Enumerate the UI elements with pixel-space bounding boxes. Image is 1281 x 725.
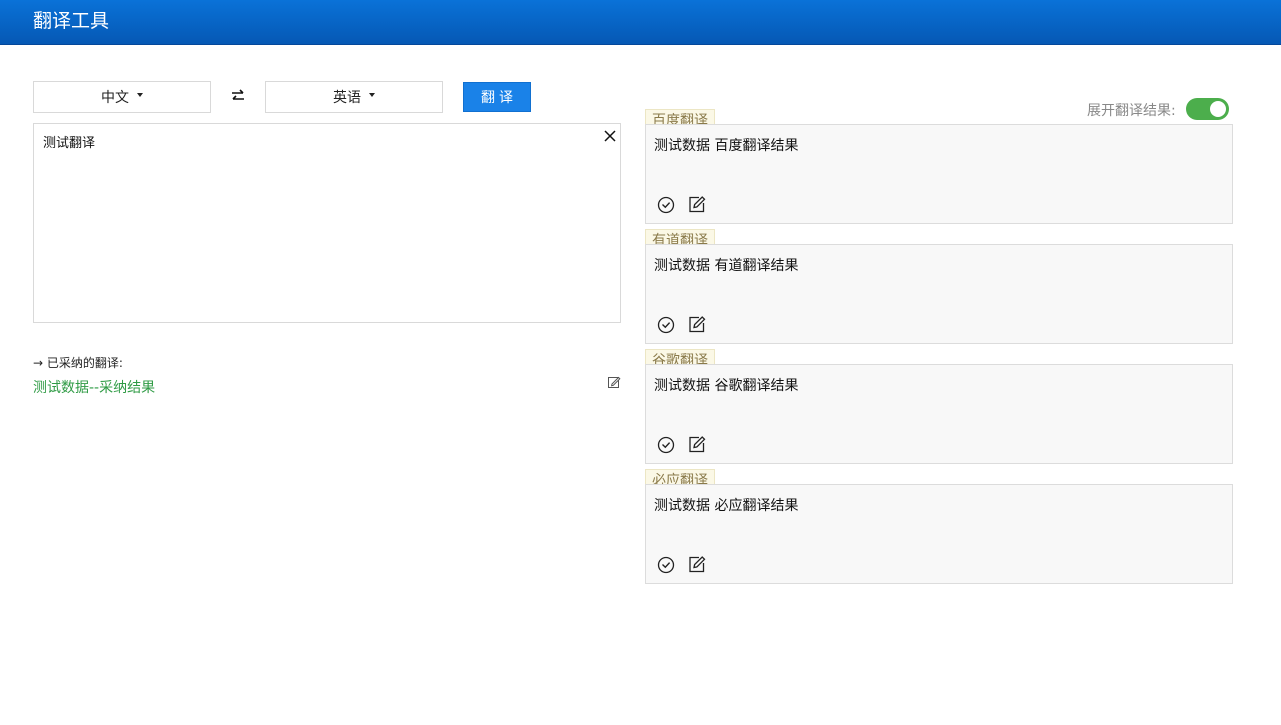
- result-text: 测试数据 百度翻译结果: [654, 138, 799, 154]
- source-text-area[interactable]: 测试翻译: [33, 123, 621, 323]
- result-text: 测试数据 必应翻译结果: [654, 498, 799, 514]
- check-circle-icon[interactable]: [657, 316, 675, 334]
- edit-icon[interactable]: [687, 555, 706, 574]
- app-title: 翻译工具: [33, 10, 110, 32]
- edit-icon[interactable]: [607, 375, 621, 389]
- target-language-label: 英语: [333, 90, 361, 106]
- check-circle-icon[interactable]: [657, 196, 675, 214]
- source-language-dropdown[interactable]: 中文: [33, 81, 211, 113]
- translate-button[interactable]: 翻译: [463, 82, 531, 112]
- target-language-dropdown[interactable]: 英语: [265, 81, 443, 113]
- edit-icon[interactable]: [687, 195, 706, 214]
- check-circle-icon[interactable]: [657, 436, 675, 454]
- source-text: 测试翻译: [43, 136, 96, 151]
- result-text: 测试数据 有道翻译结果: [654, 258, 799, 274]
- app-header: 翻译工具: [0, 0, 1281, 45]
- edit-icon[interactable]: [687, 315, 706, 334]
- caret-down-icon: [369, 93, 375, 97]
- source-language-label: 中文: [101, 90, 129, 106]
- result-card-youdao: 测试数据 有道翻译结果: [645, 244, 1233, 344]
- adopted-translation-text: 测试数据--采纳结果: [33, 380, 156, 396]
- caret-down-icon: [137, 93, 143, 97]
- close-icon[interactable]: [603, 129, 617, 143]
- result-card-bing: 测试数据 必应翻译结果: [645, 484, 1233, 584]
- result-text: 测试数据 谷歌翻译结果: [654, 378, 799, 394]
- toggle-knob: [1210, 101, 1226, 117]
- result-card-baidu: 测试数据 百度翻译结果: [645, 124, 1233, 224]
- adopted-translation-label: → 已采纳的翻译:: [33, 356, 123, 370]
- swap-languages-icon[interactable]: [230, 88, 246, 104]
- expand-results-toggle[interactable]: [1186, 98, 1229, 120]
- check-circle-icon[interactable]: [657, 556, 675, 574]
- edit-icon[interactable]: [687, 435, 706, 454]
- result-card-google: 测试数据 谷歌翻译结果: [645, 364, 1233, 464]
- expand-results-label: 展开翻译结果:: [1087, 103, 1176, 119]
